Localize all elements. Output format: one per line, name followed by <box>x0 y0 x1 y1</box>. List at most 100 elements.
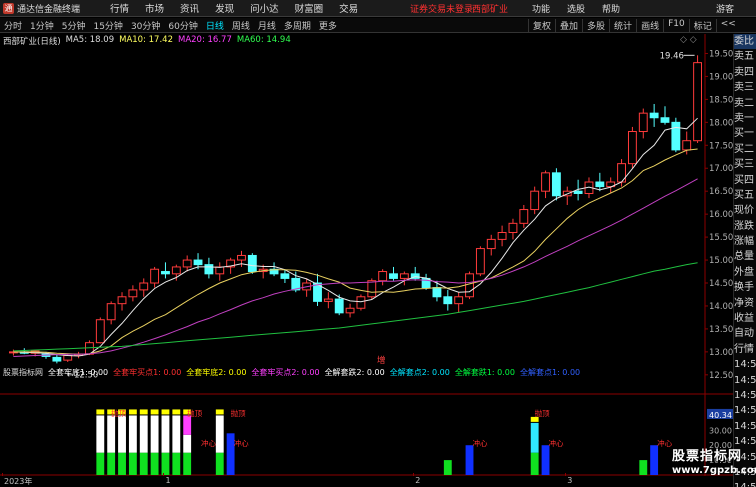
side-panel-item[interactable]: 买二 <box>734 142 756 157</box>
candle-body <box>649 112 659 119</box>
side-panel-item[interactable]: 涨幅 <box>734 234 756 249</box>
login-warning-link[interactable]: 证券交易未登录 <box>410 2 473 15</box>
side-panel-item[interactable]: 买一 <box>734 126 756 141</box>
price-tick-label: 16.50 <box>709 187 733 197</box>
draw-line-button[interactable]: 画线 <box>636 19 663 32</box>
side-panel-item[interactable]: 卖四 <box>734 65 756 80</box>
side-panel-item[interactable]: 现价 <box>734 203 756 218</box>
indicator-item-2: 全套牢买点1: 0.00 <box>113 368 182 377</box>
mark-button[interactable]: 标记 <box>688 19 716 32</box>
side-panel-item[interactable]: 14:5 <box>734 357 756 372</box>
fuquan-button[interactable]: 复权 <box>528 19 555 32</box>
collapse-button[interactable]: << <box>715 19 740 32</box>
indicator-green-bar <box>215 452 224 475</box>
indicator-tick-label: 40.34 <box>709 411 732 420</box>
sell-top-tag: 抛顶 <box>231 408 246 418</box>
side-panel-item[interactable]: 卖三 <box>734 80 756 95</box>
side-panel-item[interactable]: 总量 <box>734 249 756 264</box>
menu-item-zixun[interactable]: 资讯 <box>180 1 199 15</box>
candle-body <box>432 287 442 298</box>
side-panel-item[interactable]: 行情 <box>734 342 756 357</box>
tab-monthly[interactable]: 月线 <box>257 19 277 32</box>
side-panel-item[interactable]: 买五 <box>734 188 756 203</box>
side-panel-item[interactable]: 外盘 <box>734 265 756 280</box>
overlay-button[interactable]: 叠加 <box>555 19 582 32</box>
indicator-white-bar <box>128 415 137 453</box>
time-axis-tick <box>163 473 165 476</box>
side-panel-item[interactable]: 卖五 <box>734 49 756 64</box>
tab-1min[interactable]: 1分钟 <box>29 19 55 32</box>
ma10-line <box>13 148 698 355</box>
candle-body <box>63 355 73 361</box>
quote-side-panel: 委比 卖五 卖四 卖三 卖二 卖一 买一 买二 买三 买四 买五 现价 涨跌 涨幅 总量 外盘 换手 净资 收益 自动… <box>733 34 756 487</box>
side-panel-item[interactable]: 14:5 <box>734 419 756 434</box>
indicator-magenta-bar <box>183 415 192 435</box>
user-tourist-label[interactable]: 游客 <box>716 2 734 15</box>
side-panel-item[interactable]: 换手 <box>734 280 756 295</box>
tab-60min[interactable]: 60分钟 <box>167 19 198 32</box>
menu-item-hangqing[interactable]: 行情 <box>110 1 129 15</box>
menu-item-bangzhu[interactable]: 帮助 <box>602 2 620 15</box>
f10-button[interactable]: F10 <box>663 19 689 32</box>
indicator-yellow-cap <box>161 409 170 415</box>
moving-average-lines <box>13 117 698 357</box>
indicator-white-bar <box>139 415 148 453</box>
indicator-title[interactable]: 股票指标网 <box>3 367 43 378</box>
candle-body <box>150 268 160 284</box>
price-tick-label: 15.50 <box>709 233 733 243</box>
side-panel-item[interactable]: 涨跌 <box>734 219 756 234</box>
price-tick-label: 12.50 <box>709 371 733 381</box>
indicator-white-bar <box>215 415 224 453</box>
side-panel-item[interactable]: 卖一 <box>734 111 756 126</box>
menu-item-shichang[interactable]: 市场 <box>145 1 164 15</box>
candle-body <box>682 140 692 151</box>
app-logo-icon: 通 <box>3 2 14 14</box>
tab-multi-period[interactable]: 多周期 <box>283 19 312 32</box>
diamond-icon[interactable]: ◇ ◇ <box>680 35 697 45</box>
candle-body <box>465 273 474 298</box>
indicator-green-bar <box>183 452 192 475</box>
candle-body <box>627 131 637 165</box>
kline-chart[interactable]: 抛顶 抛顶 抛顶 抛顶冲心 冲心 冲心 冲心 冲心 19.5019.0018.5018.001… <box>0 34 733 476</box>
tab-30min[interactable]: 30分钟 <box>130 19 161 32</box>
side-panel-item[interactable]: 14:5 <box>734 388 756 403</box>
menu-item-faxian[interactable]: 发现 <box>215 1 234 15</box>
menu-item-wenxiaoda[interactable]: 问小达 <box>250 1 279 15</box>
tab-weekly[interactable]: 周线 <box>231 19 251 32</box>
menu-item-gongneng[interactable]: 功能 <box>532 2 550 15</box>
side-panel-item[interactable]: 14:5 <box>734 480 756 487</box>
indicator-green-bar <box>172 452 181 475</box>
time-axis-tick <box>2 473 3 476</box>
menu-item-xuangu[interactable]: 选股 <box>567 2 585 15</box>
indicator-white-bar <box>183 434 192 453</box>
tab-daily[interactable]: 日线 <box>205 19 225 32</box>
menu-item-jiaoyi[interactable]: 交易 <box>339 1 358 15</box>
side-panel-item[interactable]: 委比 <box>734 34 756 50</box>
tab-fenshi[interactable]: 分时 <box>3 19 23 32</box>
price-tick-label: 18.50 <box>709 95 733 105</box>
side-panel-item[interactable]: 14:5 <box>734 403 756 418</box>
side-panel-item[interactable]: 14:5 <box>734 373 756 388</box>
indicator-yellow-cap <box>150 409 159 415</box>
side-panel-item[interactable]: 买四 <box>734 173 756 188</box>
time-axis: 2023年 1 2 3 <box>0 473 733 487</box>
menu-item-caifuquan[interactable]: 财富圈 <box>295 1 324 15</box>
sell-top-tag: 抛顶 <box>111 408 126 418</box>
indicator-white-bar <box>107 415 116 453</box>
tab-more[interactable]: 更多 <box>318 19 338 32</box>
side-panel-item[interactable]: 净资 <box>734 296 756 311</box>
side-panel-item[interactable]: 自动 <box>734 326 756 341</box>
tab-15min[interactable]: 15分钟 <box>92 19 123 32</box>
side-panel-item[interactable]: 买三 <box>734 157 756 172</box>
ma5-value: MA5: 18.09 <box>65 35 115 45</box>
candle-body <box>345 307 355 314</box>
statistics-button[interactable]: 统计 <box>609 19 636 32</box>
indicator-yellow-cap <box>172 409 181 415</box>
tab-5min[interactable]: 5分钟 <box>61 19 87 32</box>
price-tick-label: 14.50 <box>709 279 733 289</box>
candle-body <box>280 273 290 279</box>
side-panel-item[interactable]: 收益 <box>734 311 756 326</box>
multi-stock-button[interactable]: 多股 <box>582 19 609 32</box>
side-panel-item[interactable]: 卖二 <box>734 96 756 111</box>
indicator-item-8: 全解套点1: 0.00 <box>519 368 581 377</box>
